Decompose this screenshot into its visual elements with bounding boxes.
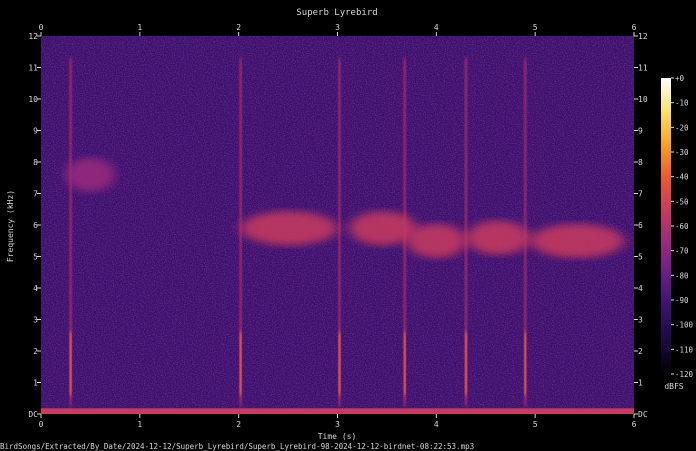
y-tick-label: 7 [33, 190, 38, 199]
event-early-call [65, 157, 116, 192]
y-tick-label: DC [638, 410, 648, 419]
colorbar-tick-label: -80 [675, 271, 689, 280]
event-song-phrase-4 [465, 220, 531, 255]
colorbar-tick-label: -60 [675, 222, 689, 231]
x-tick-label: 1 [137, 420, 142, 429]
x-tick-label: 2 [236, 23, 241, 32]
colorbar-tick-label: -90 [675, 296, 689, 305]
y-tick-label: 6 [638, 221, 643, 230]
event-song-phrase-2 [349, 211, 417, 246]
x-axis-label: Time (s) [318, 432, 357, 441]
x-axis-bottom: 0 1 2 3 4 5 6 [39, 414, 637, 429]
colorbar-label: dBFS [664, 382, 683, 391]
y-tick-label: 2 [638, 347, 643, 356]
x-tick-label: 0 [39, 420, 44, 429]
onset-streak-core [524, 332, 527, 396]
colorbar-tick-label: -30 [675, 148, 689, 157]
spectrogram-figure: Superb Lyrebird 0123456 0123456 DC123456… [0, 8, 694, 451]
colorbar-tick-label: -50 [675, 197, 689, 206]
y-tick-label: 9 [638, 127, 643, 136]
x-tick-label: 4 [434, 23, 439, 32]
y-tick-label: 5 [638, 253, 643, 262]
colorbar: +0 -10 -20 -30 -40 -50 -60 -70 -80 -90 -100 -110 -12… [661, 74, 694, 391]
y-tick-label: 11 [28, 64, 38, 73]
y-tick-label: DC [28, 410, 38, 419]
y-tick-label: 4 [33, 284, 38, 293]
x-axis-top: 0 1 2 3 4 5 6 [39, 23, 637, 36]
dc-band [41, 408, 634, 414]
colorbar-tick-label: -70 [675, 247, 689, 256]
y-tick-label: 1 [638, 379, 643, 388]
onset-streak-core [464, 332, 467, 396]
y-axis-right: DC123456789101112 [634, 32, 648, 419]
y-axis-label: Frequency (kHz) [6, 190, 15, 262]
y-tick-label: 1 [33, 379, 38, 388]
y-tick-label: 11 [638, 64, 648, 73]
onset-streak-core [403, 332, 406, 396]
y-tick-label: 7 [638, 190, 643, 199]
x-tick-label: 3 [335, 420, 340, 429]
chart-title: Superb Lyrebird [296, 8, 377, 18]
y-tick-label: 6 [33, 221, 38, 230]
x-tick-label: 5 [533, 420, 538, 429]
colorbar-scale [661, 78, 671, 374]
x-tick-label: 2 [236, 420, 241, 429]
x-tick-label: 4 [434, 420, 439, 429]
y-tick-label: 12 [638, 32, 648, 41]
onset-streak-core [338, 332, 341, 396]
x-tick-label: 3 [335, 23, 340, 32]
x-tick-label: 5 [533, 23, 538, 32]
colorbar-tick-label: +0 [675, 74, 685, 83]
colorbar-tick-label: -110 [675, 345, 694, 354]
y-tick-label: 12 [28, 32, 38, 41]
event-song-phrase-5 [530, 223, 625, 258]
event-song-phrase-1 [240, 211, 338, 246]
y-tick-label: 3 [33, 316, 38, 325]
event-song-phrase-3 [406, 223, 466, 258]
spectrogram-plot [41, 36, 634, 414]
colorbar-tick-label: -40 [675, 173, 689, 182]
colorbar-tick-label: -10 [675, 99, 689, 108]
x-tick-label: 1 [137, 23, 142, 32]
y-axis-left: DC123456789101112 [28, 32, 41, 419]
colorbar-tick-label: -100 [675, 321, 694, 330]
x-tick-label: 6 [632, 420, 637, 429]
plot-noise-texture [41, 36, 634, 414]
x-tick-label: 0 [39, 23, 44, 32]
colorbar-tick-label: -20 [675, 123, 689, 132]
colorbar-tick-label: -120 [675, 370, 694, 379]
y-tick-label: 8 [33, 158, 38, 167]
footer-file-path: BirdSongs/Extracted/By_Date/2024-12-12/S… [0, 442, 474, 451]
y-tick-label: 4 [638, 284, 643, 293]
y-tick-label: 2 [33, 347, 38, 356]
colorbar-ticks: +0 -10 -20 -30 -40 -50 -60 -70 -80 -90 -100 -110 -12… [671, 74, 694, 379]
y-tick-label: 9 [33, 127, 38, 136]
y-tick-label: 10 [28, 95, 38, 104]
onset-streak-core [69, 332, 72, 396]
y-tick-label: 5 [33, 253, 38, 262]
onset-streak-core [239, 332, 242, 396]
y-tick-label: 10 [638, 95, 648, 104]
y-tick-label: 3 [638, 316, 643, 325]
y-tick-label: 8 [638, 158, 643, 167]
x-tick-label: 6 [632, 23, 637, 32]
